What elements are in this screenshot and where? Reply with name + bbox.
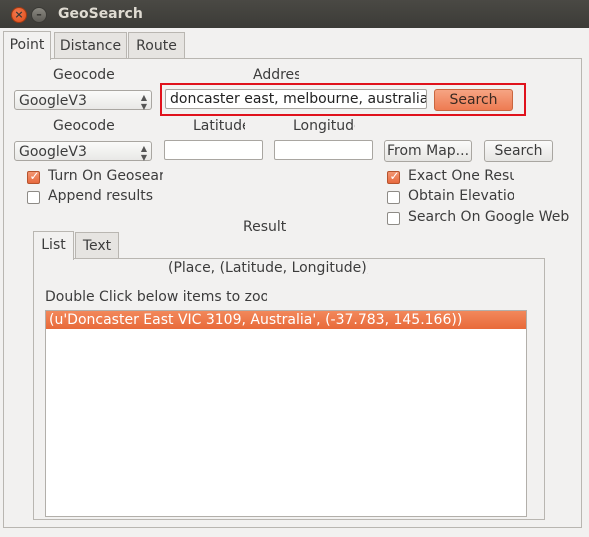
exact-one-result-checkbox[interactable]: ✓	[387, 169, 400, 184]
geocoder-select[interactable]: GoogleV3 ▲ ▼	[14, 90, 152, 111]
minimize-icon: –	[36, 8, 42, 21]
tab-distance[interactable]: Distance	[54, 32, 127, 59]
window-title: GeoSearch	[58, 6, 143, 22]
result-tab-text[interactable]: Text	[75, 232, 119, 259]
address-label: Address	[253, 67, 299, 83]
turn-on-geosearch-label: Turn On Geosearch	[48, 168, 163, 184]
spin-arrows-icon: ▲ ▼	[140, 93, 147, 111]
append-results-checkbox[interactable]	[27, 191, 40, 204]
geocoder-select-2[interactable]: GoogleV3 ▲ ▼	[14, 141, 152, 162]
longitude-input[interactable]	[274, 140, 373, 160]
address-search-button[interactable]: Search	[434, 89, 513, 111]
result-tab-list[interactable]: List	[33, 231, 74, 260]
coordinate-search-button[interactable]: Search	[484, 140, 553, 162]
obtain-elevation-label: Obtain Elevation	[408, 188, 514, 204]
result-label: Result	[243, 219, 287, 235]
geocoder-label: Geocoder	[53, 67, 115, 83]
tab-point[interactable]: Point	[3, 31, 51, 60]
obtain-elevation-checkbox[interactable]	[387, 191, 400, 204]
address-input[interactable]: doncaster east, melbourne, australia	[165, 89, 427, 109]
longitude-label: Longitude	[293, 118, 355, 134]
zoom-hint: Double Click below items to zoom	[45, 289, 267, 305]
geocoder-select-2-value: GoogleV3	[19, 144, 87, 160]
geocoder-label-2: Geocoder	[53, 118, 115, 134]
append-results-label: Append results	[48, 188, 154, 204]
latitude-input[interactable]	[164, 140, 263, 160]
tab-route[interactable]: Route	[128, 32, 185, 59]
search-on-google-web-map-checkbox[interactable]	[387, 212, 400, 225]
spin-arrows-icon: ▲ ▼	[140, 144, 147, 162]
turn-on-geosearch-checkbox[interactable]: ✓	[27, 169, 40, 184]
result-list-item[interactable]: (u'Doncaster East VIC 3109, Australia', …	[46, 311, 526, 329]
geosearch-window: × – GeoSearch Point Distance Route Geoco…	[0, 0, 589, 537]
check-icon: ✓	[389, 169, 400, 183]
search-on-google-web-map-label: Search On Google Web Map	[408, 209, 573, 225]
result-header: (Place, (Latitude, Longitude))	[168, 260, 368, 276]
geocoder-select-value: GoogleV3	[19, 93, 87, 109]
title-bar: × – GeoSearch	[0, 0, 589, 28]
exact-one-result-label: Exact One Result	[408, 168, 514, 184]
from-map-button[interactable]: From Map...	[384, 140, 472, 162]
check-icon: ✓	[29, 169, 40, 183]
result-listbox[interactable]: (u'Doncaster East VIC 3109, Australia', …	[45, 310, 527, 517]
close-icon: ×	[14, 8, 24, 21]
minimize-window-button[interactable]: –	[31, 7, 47, 23]
close-window-button[interactable]: ×	[11, 7, 27, 23]
latitude-label: Latitude	[193, 118, 245, 134]
